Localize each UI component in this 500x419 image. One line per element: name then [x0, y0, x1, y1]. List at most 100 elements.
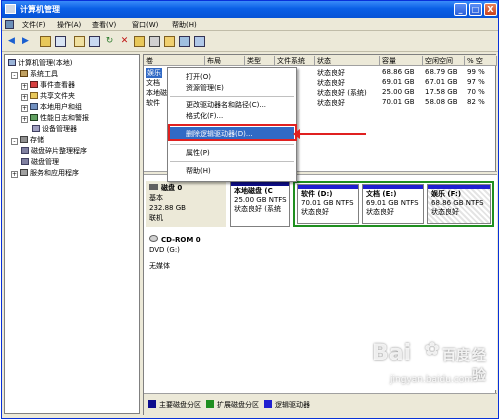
extended-partition-swatch	[206, 400, 214, 408]
expand-icon[interactable]: +	[21, 94, 28, 101]
menu-file[interactable]: 文件(F)	[22, 20, 46, 30]
tree-defrag-label: 磁盘碎片整理程序	[31, 147, 87, 155]
forward-icon[interactable]: ▶	[20, 36, 31, 47]
tree-shared-folders[interactable]: + 共享文件夹	[21, 91, 75, 101]
back-icon[interactable]: ◀	[6, 36, 17, 47]
cdrom0-type: DVD (G:)	[149, 246, 180, 254]
status-bar	[2, 415, 498, 418]
settings-icon[interactable]	[179, 36, 190, 47]
col-layout[interactable]: 布局	[205, 56, 245, 66]
app-menu-icon[interactable]	[5, 20, 14, 29]
tree-disk-management-label: 磁盘管理	[31, 158, 59, 166]
partition-status: 状态良好	[366, 208, 394, 216]
ctx-properties[interactable]: 属性(P)	[186, 148, 210, 158]
tree-system-tools[interactable]: - 系统工具	[11, 69, 58, 79]
volume-name: 软件	[146, 99, 160, 107]
help-icon[interactable]	[89, 36, 100, 47]
partition-e[interactable]: 文档 (E:) 69.01 GB NTFS 状态良好	[362, 184, 424, 224]
tree-local-users[interactable]: + 本地用户和组	[21, 102, 82, 112]
tools-icon	[20, 70, 28, 77]
col-free[interactable]: 空闲空间	[423, 56, 465, 66]
partition-c[interactable]: 本地磁盘 (C 25.00 GB NTFS 状态良好 (系统	[230, 181, 290, 227]
menu-help[interactable]: 帮助(H)	[172, 20, 197, 30]
tree-defrag[interactable]: 磁盘碎片整理程序	[21, 146, 87, 156]
tree-event-viewer-label: 事件查看器	[40, 81, 75, 89]
ctx-change-drive-letter[interactable]: 更改驱动器名和路径(C)...	[186, 100, 266, 110]
volume-list-header: 卷 布局 类型 文件系统 状态 容量 空闲空间 % 空	[144, 55, 497, 66]
col-volume[interactable]: 卷	[144, 56, 205, 66]
paw-logo-icon: ✿	[424, 339, 440, 360]
refresh-icon[interactable]: ↻	[104, 36, 115, 47]
disk0-type: 基本	[149, 194, 163, 202]
volume-pct: 70 %	[467, 88, 485, 96]
title-bar: 计算机管理 _ □ X	[2, 1, 498, 18]
partition-status: 状态良好	[431, 208, 459, 216]
tree-event-viewer[interactable]: + 事件查看器	[21, 80, 75, 90]
minimize-button[interactable]: _	[454, 3, 467, 16]
ctx-format[interactable]: 格式化(F)...	[186, 111, 223, 121]
col-type[interactable]: 类型	[245, 56, 275, 66]
legend-extended: 扩展磁盘分区	[217, 401, 259, 409]
ctx-open[interactable]: 打开(O)	[186, 72, 211, 82]
logical-drive-bar	[428, 185, 490, 189]
tree-perf-logs[interactable]: + 性能日志和警报	[21, 113, 89, 123]
expand-icon[interactable]: +	[21, 116, 28, 123]
tree-storage[interactable]: - 存储	[11, 135, 44, 145]
volume-free: 58.08 GB	[425, 98, 458, 106]
tree-device-manager[interactable]: 设备管理器	[32, 124, 77, 134]
tree-root[interactable]: 计算机管理(本地)	[8, 58, 72, 68]
volume-pct: 97 %	[467, 78, 485, 86]
close-button[interactable]: X	[484, 3, 497, 16]
col-status[interactable]: 状态	[315, 56, 380, 66]
device-manager-icon	[32, 125, 40, 132]
partition-name: 本地磁盘 (C	[234, 187, 273, 195]
cdrom0-label[interactable]: CD-ROM 0 DVD (G:) 无媒体	[146, 233, 226, 277]
primary-partition-bar	[231, 182, 289, 186]
volume-capacity: 68.86 GB	[382, 68, 415, 76]
maximize-button[interactable]: □	[469, 3, 482, 16]
cdrom0-name: CD-ROM 0	[161, 236, 201, 244]
partition-size: 25.00 GB NTFS	[234, 196, 287, 204]
services-icon	[20, 169, 28, 176]
show-tree-icon[interactable]	[55, 36, 66, 47]
tree-disk-management[interactable]: 磁盘管理	[21, 157, 59, 167]
collapse-icon[interactable]: -	[11, 138, 18, 145]
disk0-size: 232.88 GB	[149, 204, 186, 212]
partition-name: 软件 (D:)	[301, 190, 333, 198]
partition-f[interactable]: 娱乐 (F:) 68.86 GB NTFS 状态良好	[427, 184, 491, 224]
tree-root-label: 计算机管理(本地)	[18, 59, 73, 67]
tree-services[interactable]: + 服务和应用程序	[11, 168, 79, 178]
expand-icon[interactable]: +	[21, 83, 28, 90]
tree-local-users-label: 本地用户和组	[40, 103, 82, 111]
up-folder-icon[interactable]	[40, 36, 51, 47]
col-pct-free[interactable]: % 空	[465, 56, 497, 66]
computer-management-icon	[5, 4, 16, 14]
partition-status: 状态良好 (系统	[234, 205, 281, 213]
new-icon[interactable]	[134, 36, 145, 47]
menu-action[interactable]: 操作(A)	[57, 20, 81, 30]
annotation-arrow-line	[298, 133, 366, 135]
collapse-icon[interactable]: -	[11, 72, 18, 79]
col-filesystem[interactable]: 文件系统	[275, 56, 315, 66]
expand-icon[interactable]: +	[21, 105, 28, 112]
open-icon[interactable]	[149, 36, 160, 47]
cdrom0-state: 无媒体	[149, 262, 170, 270]
delete-icon[interactable]: ✕	[119, 36, 130, 47]
disk0-partitions: 本地磁盘 (C 25.00 GB NTFS 状态良好 (系统 软件 (D:) 7…	[228, 181, 496, 227]
help-book-icon[interactable]	[194, 36, 205, 47]
ctx-explore[interactable]: 资源管理(E)	[186, 83, 224, 93]
menu-view[interactable]: 查看(V)	[92, 20, 116, 30]
expand-icon[interactable]: +	[11, 171, 18, 178]
volume-free: 67.01 GB	[425, 78, 458, 86]
partition-d[interactable]: 软件 (D:) 70.01 GB NTFS 状态良好	[297, 184, 359, 224]
watermark-sub: 经验	[472, 348, 486, 384]
ctx-help[interactable]: 帮助(H)	[186, 166, 211, 176]
col-capacity[interactable]: 容量	[380, 56, 423, 66]
format-icon[interactable]	[164, 36, 175, 47]
properties-icon[interactable]	[74, 36, 85, 47]
menu-window[interactable]: 窗口(W)	[132, 20, 158, 30]
primary-partition-swatch	[148, 400, 156, 408]
disk0-label[interactable]: 磁盘 0 基本 232.88 GB 联机	[146, 181, 226, 227]
event-viewer-icon	[30, 81, 38, 88]
volume-capacity: 70.01 GB	[382, 98, 415, 106]
